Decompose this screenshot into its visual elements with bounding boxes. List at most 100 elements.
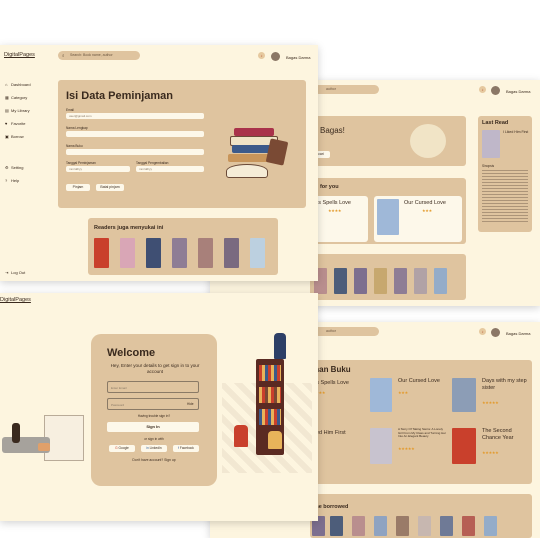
- book-cover[interactable]: [374, 516, 387, 536]
- book-cover[interactable]: [418, 516, 431, 536]
- return-date-field[interactable]: mm/dd/yy: [136, 166, 204, 172]
- submit-button[interactable]: Pinjam: [66, 184, 90, 191]
- hide-password-toggle[interactable]: Hide: [187, 402, 194, 406]
- book-title[interactable]: Days with my step sister: [482, 378, 528, 392]
- book-cover[interactable]: [462, 516, 475, 536]
- rating-stars: ★★★★: [328, 208, 342, 213]
- borrow-date-field[interactable]: mm/dd/yy: [66, 166, 130, 172]
- form-title: Isi Data Peminjaman: [66, 90, 173, 102]
- logout-label: Log Out: [11, 270, 26, 275]
- last-read-cover[interactable]: [482, 130, 500, 158]
- sidebar-item-help[interactable]: ? Help: [5, 178, 19, 183]
- book-cover[interactable]: [434, 268, 447, 294]
- search-bar[interactable]: author: [314, 327, 379, 336]
- book-cover[interactable]: [484, 516, 497, 536]
- book-cover[interactable]: [224, 238, 239, 268]
- password-input[interactable]: Password: [107, 398, 199, 410]
- book-cover[interactable]: [352, 516, 365, 536]
- sidebar-item-setting[interactable]: ⚙ Setting: [5, 165, 23, 170]
- return-date-label: Tanggal Pengembalian: [136, 161, 169, 165]
- book-cover[interactable]: [334, 268, 347, 294]
- book-cover[interactable]: [452, 378, 476, 412]
- sidebar-item-dashboard[interactable]: ⌂ Dashboard: [5, 82, 31, 87]
- book-cover[interactable]: [146, 238, 161, 268]
- books-illustration: [226, 120, 294, 180]
- logout-button[interactable]: ⇥ Log Out: [5, 270, 25, 275]
- search-placeholder: Search: Book name, author: [70, 53, 113, 57]
- book-card[interactable]: his Spells Love ★★★★: [312, 196, 368, 242]
- email-input[interactable]: Enter Email: [107, 381, 199, 393]
- search-bar[interactable]: ⌕ Search: Book name, author: [58, 51, 140, 60]
- book-cover[interactable]: [452, 428, 476, 464]
- recommended-panel: ed for you his Spells Love ★★★★ Our Curs…: [310, 178, 466, 244]
- email-field[interactable]: user@gmail.com: [66, 113, 204, 119]
- trouble-link[interactable]: Having trouble sign in?: [91, 414, 217, 418]
- brand-logo[interactable]: DigitalPages: [0, 297, 31, 303]
- book-title[interactable]: Our Cursed Love: [398, 378, 440, 384]
- sidebar-item-label: Setting: [11, 165, 24, 170]
- borrow-date-label: Tanggal Peminjaman: [66, 161, 96, 165]
- readers-like-title: Readers juga menyukai ini: [94, 225, 164, 231]
- sidebar-item-borrow[interactable]: ▣ Borrow: [5, 134, 24, 139]
- signin-button[interactable]: Sign In: [107, 422, 199, 432]
- name-label: Nama Lengkap: [66, 126, 88, 130]
- avatar[interactable]: [491, 86, 500, 95]
- book-card[interactable]: Our Cursed Love ★★★: [374, 196, 462, 242]
- book-title[interactable]: A Story Of Taking Sierra: A Lonely Girl …: [398, 427, 446, 439]
- bell-icon[interactable]: ♪: [479, 328, 486, 335]
- book-cover[interactable]: [172, 238, 187, 268]
- synopsis-text: [482, 170, 528, 224]
- book-cover[interactable]: [414, 268, 427, 294]
- book-cover[interactable]: [94, 238, 109, 268]
- book-cover[interactable]: [250, 238, 265, 268]
- login-screen: DigitalPages Welcome Hey, Enter your det…: [0, 293, 318, 521]
- search-bar[interactable]: author: [314, 85, 379, 94]
- avatar[interactable]: [271, 52, 280, 61]
- sidebar-item-favorite[interactable]: ♥ Favorite: [5, 121, 25, 126]
- book-cover: [377, 199, 399, 235]
- search-placeholder: author: [326, 329, 336, 333]
- login-title: Welcome: [107, 347, 156, 359]
- book-title[interactable]: The Second Chance Year: [482, 428, 528, 442]
- search-icon: ⌕: [62, 53, 65, 58]
- user-name: Bagas Darma: [286, 55, 311, 60]
- rating-stars: ★★★★★: [398, 446, 415, 451]
- sidebar-item-library[interactable]: ▤ My Library: [5, 108, 30, 113]
- book-cover[interactable]: [370, 428, 392, 464]
- book-cover[interactable]: [330, 516, 343, 536]
- signup-link[interactable]: Don't have account? Sign up: [91, 458, 217, 462]
- book-cover[interactable]: [374, 268, 387, 294]
- synopsis-label: Sinopsis: [482, 164, 495, 168]
- book-cover[interactable]: [396, 516, 409, 536]
- greeting-title: Bagas!: [320, 126, 345, 135]
- book-cover[interactable]: [370, 378, 392, 412]
- linkedin-button[interactable]: in LinkedIn: [141, 445, 167, 452]
- rating-stars: ★★★★★: [482, 450, 499, 455]
- cancel-button[interactable]: Batal pinjam: [96, 184, 124, 191]
- google-label: Google: [118, 446, 129, 450]
- book-cover[interactable]: [394, 268, 407, 294]
- sidebar-item-category[interactable]: ▦ Category: [5, 95, 27, 100]
- book-cover[interactable]: [120, 238, 135, 268]
- avatar[interactable]: [491, 328, 500, 337]
- book-label: Nama Buku: [66, 144, 83, 148]
- google-button[interactable]: G Google: [109, 445, 135, 452]
- user-name: Bagas Darma: [506, 331, 531, 336]
- bell-icon[interactable]: ♪: [479, 86, 486, 93]
- brand-logo[interactable]: DigitalPages: [4, 52, 35, 58]
- book-cover[interactable]: [354, 268, 367, 294]
- last-read-panel: Last Read I Liked Him First Sinopsis: [478, 116, 532, 232]
- user-name: Bagas Darma: [506, 89, 531, 94]
- card-title: his Spells Love: [314, 200, 351, 206]
- rating-stars: ★★★: [422, 208, 432, 213]
- book-field[interactable]: [66, 149, 204, 155]
- book-cover[interactable]: [440, 516, 453, 536]
- reading-people-illustration: [2, 405, 84, 469]
- sidebar-item-label: Dashboard: [11, 82, 31, 87]
- bookshelf-illustration: [222, 333, 314, 483]
- book-cover[interactable]: [198, 238, 213, 268]
- name-field[interactable]: [66, 131, 204, 137]
- card-title: Our Cursed Love: [404, 200, 446, 206]
- bell-icon[interactable]: ♪: [258, 52, 265, 59]
- facebook-button[interactable]: f Facebook: [173, 445, 199, 452]
